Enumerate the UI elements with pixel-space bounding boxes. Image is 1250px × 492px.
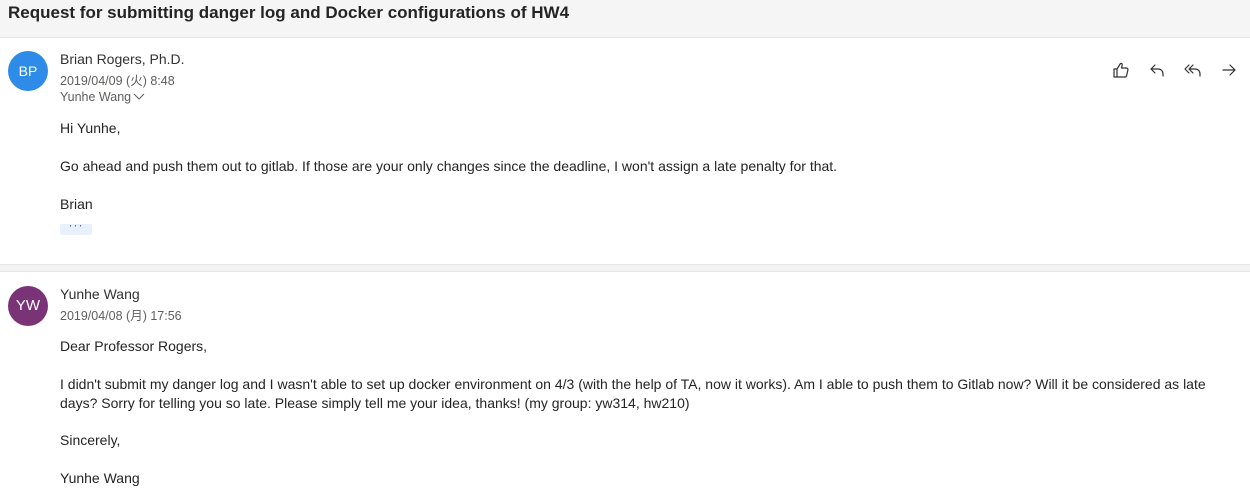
body-signature: Yunhe Wang — [60, 470, 140, 486]
body-greeting: Dear Professor Rogers, — [60, 338, 208, 354]
reply-all-button[interactable] — [1180, 59, 1206, 81]
message-actions — [1108, 59, 1242, 81]
message-card: YW Yunhe Wang 2019/04/08 (月) 17:56 Dear … — [0, 272, 1250, 492]
like-button[interactable] — [1108, 59, 1134, 81]
sender-name[interactable]: Brian Rogers, Ph.D. — [60, 51, 185, 67]
reply-button[interactable] — [1144, 59, 1170, 81]
recipient-line[interactable]: Yunhe Wang — [60, 90, 145, 104]
show-quoted-text-button[interactable]: ··· — [60, 219, 92, 235]
sender-name[interactable]: Yunhe Wang — [60, 286, 140, 302]
forward-button[interactable] — [1216, 59, 1242, 81]
body-signature: Brian — [60, 196, 93, 212]
message-card: BP Brian Rogers, Ph.D. 2019/04/09 (火) 8:… — [0, 38, 1250, 264]
avatar[interactable]: YW — [8, 286, 48, 326]
thumbs-up-icon — [1113, 62, 1129, 78]
chevron-down-icon[interactable] — [133, 92, 145, 102]
body-closing: Sincerely, — [60, 432, 121, 448]
subject-bar: Request for submitting danger log and Do… — [0, 0, 1250, 38]
message-date: 2019/04/08 (月) 17:56 — [60, 309, 182, 323]
message-separator — [0, 264, 1250, 272]
recipient-name[interactable]: Yunhe Wang — [60, 90, 131, 104]
message-date: 2019/04/09 (火) 8:48 — [60, 74, 175, 88]
reply-icon — [1150, 64, 1164, 77]
reply-all-icon — [1184, 64, 1201, 77]
body-paragraph: I didn't submit my danger log and I wasn… — [60, 376, 1206, 411]
forward-icon — [1222, 64, 1236, 76]
body-greeting: Hi Yunhe, — [60, 120, 121, 136]
body-paragraph: Go ahead and push them out to gitlab. If… — [60, 158, 838, 174]
email-subject: Request for submitting danger log and Do… — [8, 3, 570, 22]
avatar[interactable]: BP — [8, 51, 48, 91]
